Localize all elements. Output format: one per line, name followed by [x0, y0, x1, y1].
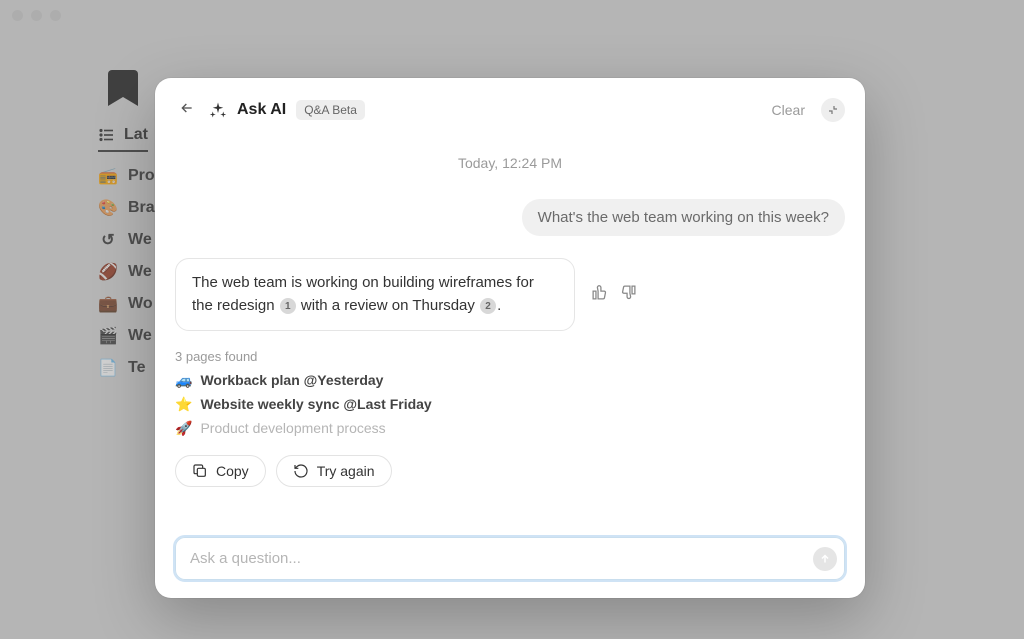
- thumbs-up-icon: [591, 284, 608, 301]
- thumbs-down-button[interactable]: [618, 282, 639, 306]
- back-button[interactable]: [175, 96, 199, 123]
- modal-title: Ask AI: [237, 101, 286, 119]
- copy-label: Copy: [216, 463, 249, 479]
- clear-button[interactable]: Clear: [772, 102, 805, 118]
- source-emoji-icon: ⭐: [175, 396, 192, 413]
- source-title: Website weekly sync @Last Friday: [200, 396, 431, 412]
- arrow-left-icon: [179, 100, 195, 116]
- ai-message-text: with a review on Thursday: [301, 297, 475, 314]
- collapse-button[interactable]: [821, 98, 845, 122]
- user-message: What's the web team working on this week…: [522, 199, 845, 236]
- source-item[interactable]: ⭐ Website weekly sync @Last Friday: [175, 396, 845, 413]
- try-again-button[interactable]: Try again: [276, 455, 392, 487]
- copy-icon: [192, 463, 208, 479]
- try-again-label: Try again: [317, 463, 375, 479]
- source-emoji-icon: 🚀: [175, 420, 192, 437]
- source-title: Product development process: [200, 420, 385, 436]
- thumbs-up-button[interactable]: [589, 282, 610, 306]
- sparkle-icon: [209, 101, 227, 119]
- chat-timestamp: Today, 12:24 PM: [175, 155, 845, 171]
- source-title: Workback plan @Yesterday: [200, 372, 383, 388]
- ai-response-row: The web team is working on building wire…: [175, 258, 845, 331]
- retry-icon: [293, 463, 309, 479]
- beta-badge: Q&A Beta: [296, 100, 365, 120]
- ai-message: The web team is working on building wire…: [175, 258, 575, 331]
- modal-header: Ask AI Q&A Beta Clear: [175, 96, 845, 123]
- ask-ai-modal: Ask AI Q&A Beta Clear Today, 12:24 PM Wh…: [155, 78, 865, 598]
- ask-input-container: [175, 537, 845, 580]
- sources-list: 🚙 Workback plan @Yesterday ⭐ Website wee…: [175, 372, 845, 437]
- source-item[interactable]: 🚙 Workback plan @Yesterday: [175, 372, 845, 389]
- feedback-buttons: [589, 282, 639, 306]
- citation-1[interactable]: 1: [280, 298, 296, 314]
- collapse-icon: [827, 104, 839, 116]
- thumbs-down-icon: [620, 284, 637, 301]
- citation-2[interactable]: 2: [480, 298, 496, 314]
- send-button[interactable]: [813, 547, 837, 571]
- source-item[interactable]: 🚀 Product development process: [175, 420, 845, 437]
- response-actions: Copy Try again: [175, 455, 845, 487]
- ask-input[interactable]: [175, 537, 845, 580]
- arrow-up-icon: [819, 553, 831, 565]
- copy-button[interactable]: Copy: [175, 455, 266, 487]
- chat-area: Today, 12:24 PM What's the web team work…: [175, 123, 845, 523]
- source-emoji-icon: 🚙: [175, 372, 192, 389]
- sources-count: 3 pages found: [175, 349, 845, 364]
